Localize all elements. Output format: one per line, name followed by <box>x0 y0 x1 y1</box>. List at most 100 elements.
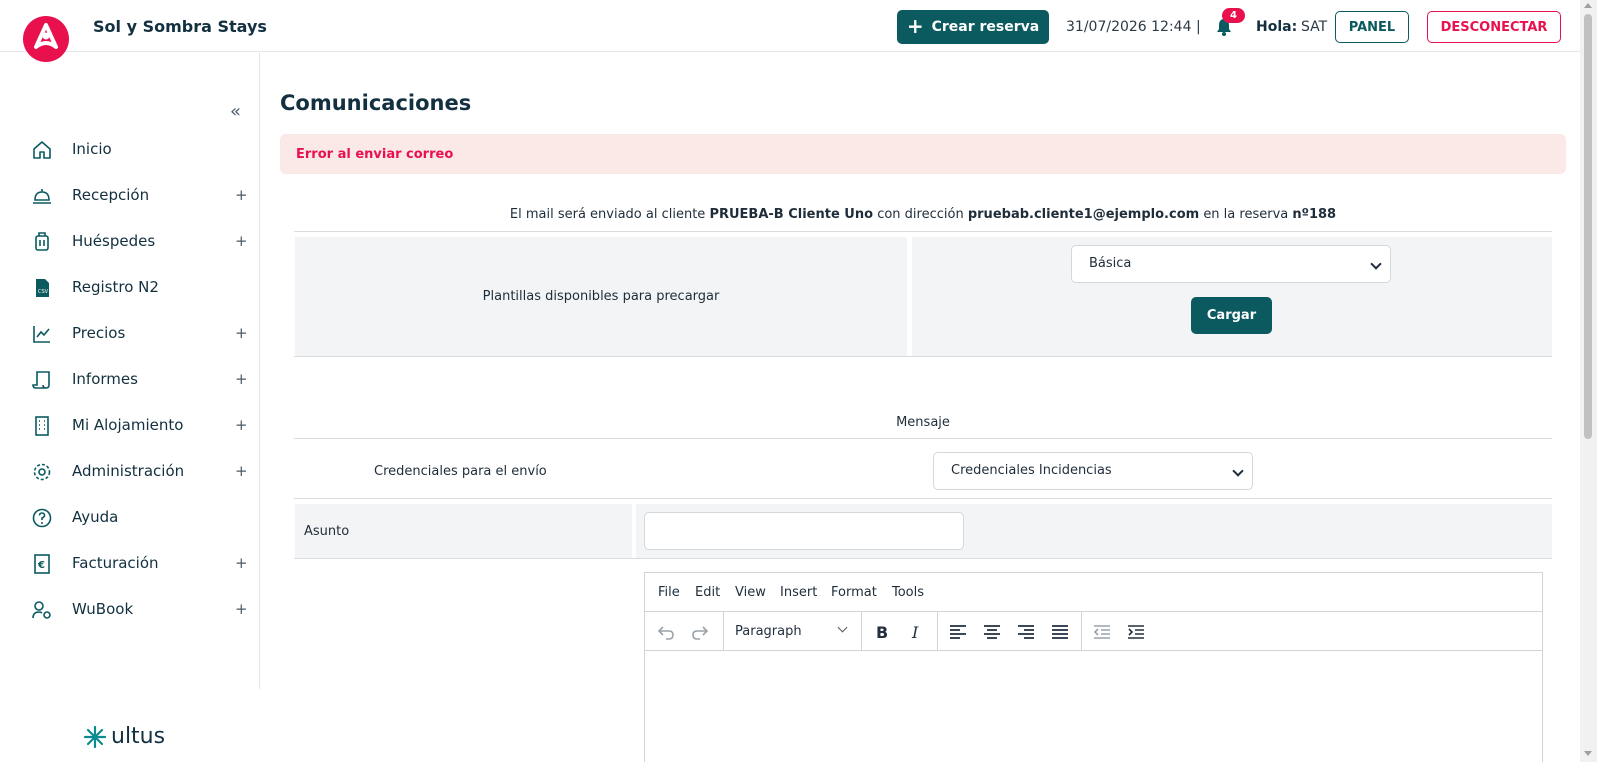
sidebar-item-label: Informes <box>72 370 138 388</box>
error-alert-text: Error al enviar correo <box>296 147 454 162</box>
block-format-value[interactable]: Paragraph <box>735 624 802 639</box>
svg-text:B: B <box>876 623 888 642</box>
username: SAT <box>1301 19 1328 35</box>
sidebar-item-inicio[interactable]: Inicio <box>0 130 258 170</box>
sidebar-item-huespedes[interactable]: Huéspedes + <box>0 222 258 262</box>
booking-number: nº188 <box>1292 207 1337 222</box>
subject-label: Asunto <box>304 524 350 539</box>
home-icon <box>33 141 51 159</box>
help-circle-icon <box>32 508 52 528</box>
sidebar-item-label: Mi Alojamiento <box>72 416 184 434</box>
sidebar-item-label: Precios <box>72 324 126 342</box>
subject-label-cell: Asunto <box>295 504 632 558</box>
mail-recipient-info: El mail será enviado al cliente PRUEBA-B… <box>294 207 1552 222</box>
sidebar-item-label: Huéspedes <box>72 232 156 250</box>
sidebar-item-label: Recepción <box>72 186 150 204</box>
user-settings-icon <box>32 601 51 619</box>
sidebar-item-registro-n2[interactable]: CSV Registro N2 <box>0 268 258 308</box>
divider <box>294 498 1552 499</box>
align-left-icon[interactable] <box>947 621 969 643</box>
mail-info-prefix: El mail será enviado al cliente <box>509 207 706 222</box>
template-select-value: Básica <box>1089 256 1132 271</box>
sidebar-item-wubook[interactable]: WuBook + <box>0 590 258 630</box>
gear-icon <box>33 463 51 481</box>
italic-icon[interactable]: I <box>905 621 927 643</box>
indent-icon[interactable] <box>1125 621 1147 643</box>
building-icon <box>35 416 49 436</box>
editor-content-area[interactable] <box>645 652 1542 762</box>
sidebar-item-recepcion[interactable]: Recepción + <box>0 176 258 216</box>
chevron-down-icon <box>1232 465 1244 477</box>
sidebar-item-facturacion[interactable]: € Facturación + <box>0 544 258 584</box>
client-name: PRUEBA-B Cliente Uno <box>709 207 874 222</box>
bold-icon[interactable]: B <box>871 621 893 643</box>
divider <box>294 438 1552 439</box>
sidebar: « Inicio Recepción + Huéspedes + CSV Reg… <box>0 53 260 689</box>
chevron-down-icon <box>1370 258 1382 270</box>
align-right-icon[interactable] <box>1015 621 1037 643</box>
divider <box>294 356 1552 357</box>
menu-tools[interactable]: Tools <box>892 585 924 600</box>
divider <box>294 231 1552 232</box>
expand-icon: + <box>235 186 248 204</box>
chevron-down-icon <box>837 622 848 633</box>
menu-format[interactable]: Format <box>831 585 877 600</box>
menu-edit[interactable]: Edit <box>695 585 720 600</box>
csv-file-icon: CSV <box>36 279 49 297</box>
collapse-sidebar-icon[interactable]: « <box>230 101 241 122</box>
sidebar-item-label: Ayuda <box>72 508 119 526</box>
template-select[interactable]: Básica <box>1071 245 1391 283</box>
current-datetime: 31/07/2026 12:44 | <box>1066 19 1201 35</box>
create-booking-button[interactable]: + Crear reserva <box>897 10 1049 44</box>
page-scrollbar[interactable] <box>1580 0 1597 762</box>
scroll-icon <box>32 371 50 389</box>
menu-file[interactable]: File <box>658 585 680 600</box>
templates-label-cell: Plantillas disponibles para precargar <box>295 237 907 357</box>
client-email: pruebab.cliente1@ejemplo.com <box>967 207 1200 222</box>
menu-insert[interactable]: Insert <box>780 585 817 600</box>
outdent-icon[interactable] <box>1091 621 1113 643</box>
footer-logo: ultus <box>83 724 165 749</box>
sidebar-item-administracion[interactable]: Administración + <box>0 452 258 492</box>
credentials-label: Credenciales para el envío <box>374 464 547 479</box>
expand-icon: + <box>235 600 248 618</box>
scroll-down-arrow-icon[interactable] <box>1584 751 1592 756</box>
error-alert: Error al enviar correo <box>280 134 1566 174</box>
load-template-button[interactable]: Cargar <box>1191 297 1272 334</box>
toolbar-separator <box>1081 612 1082 650</box>
toolbar-separator <box>937 612 938 650</box>
plus-icon: + <box>906 14 924 38</box>
panel-button[interactable]: PANEL <box>1335 11 1409 43</box>
expand-icon: + <box>235 232 248 250</box>
sidebar-item-precios[interactable]: Precios + <box>0 314 258 354</box>
sidebar-item-ayuda[interactable]: Ayuda <box>0 498 258 538</box>
top-bar: Sol y Sombra Stays + Crear reserva 31/07… <box>0 0 1580 62</box>
ultus-logo-icon <box>83 725 107 748</box>
undo-icon[interactable] <box>655 621 677 643</box>
expand-icon: + <box>235 324 248 342</box>
sidebar-item-label: Facturación <box>72 554 159 572</box>
credentials-select-value: Credenciales Incidencias <box>951 463 1112 478</box>
align-center-icon[interactable] <box>981 621 1003 643</box>
divider <box>294 558 1552 559</box>
expand-icon: + <box>235 370 248 388</box>
mail-info-mid: con dirección <box>877 207 964 222</box>
notifications-badge: 4 <box>1222 8 1245 23</box>
scroll-up-arrow-icon[interactable] <box>1584 3 1592 8</box>
logout-button[interactable]: DESCONECTAR <box>1427 11 1561 43</box>
redo-icon[interactable] <box>689 621 711 643</box>
align-justify-icon[interactable] <box>1049 621 1071 643</box>
expand-icon: + <box>235 462 248 480</box>
credentials-select[interactable]: Credenciales Incidencias <box>933 452 1253 490</box>
menu-view[interactable]: View <box>735 585 766 600</box>
editor-menubar: File Edit View Insert Format Tools <box>645 573 1542 612</box>
sidebar-item-informes[interactable]: Informes + <box>0 360 258 400</box>
mail-info-mid2: en la reserva <box>1203 207 1289 222</box>
scroll-thumb[interactable] <box>1584 14 1592 439</box>
sidebar-item-mi-alojamiento[interactable]: Mi Alojamiento + <box>0 406 258 446</box>
rich-text-editor: File Edit View Insert Format Tools Parag… <box>644 572 1543 762</box>
subject-input[interactable] <box>644 512 964 550</box>
greeting-label: Hola: <box>1256 19 1298 35</box>
sidebar-item-label: Inicio <box>72 140 112 158</box>
toolbar-separator <box>723 612 724 650</box>
